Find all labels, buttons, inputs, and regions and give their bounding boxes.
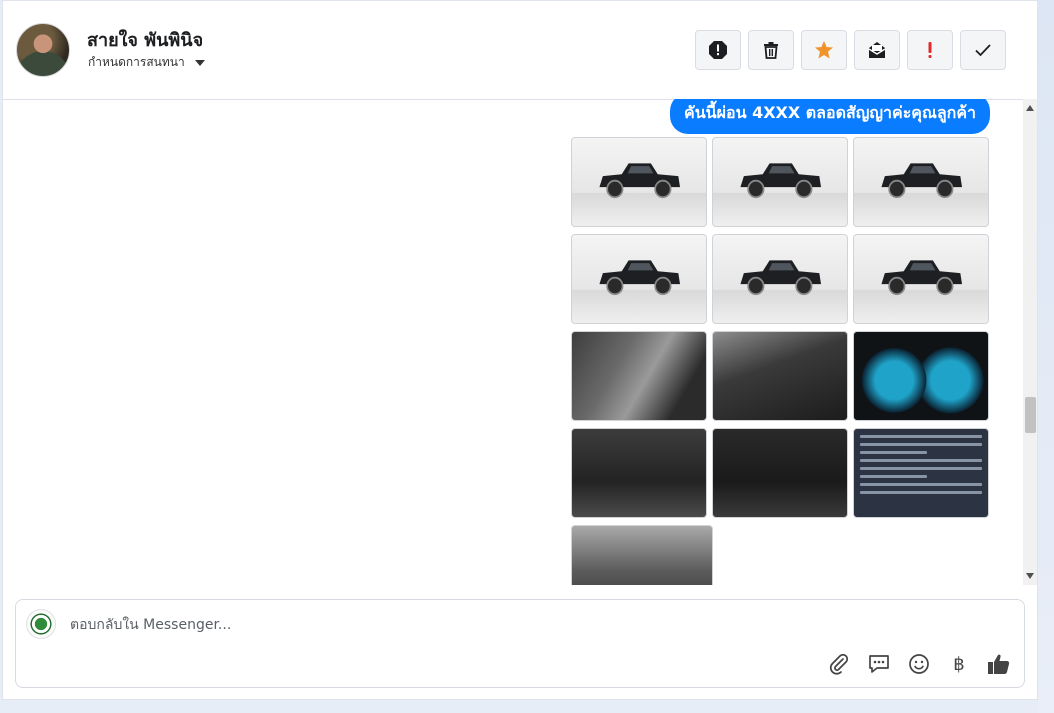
spec-text-lines bbox=[860, 435, 982, 499]
delete-button[interactable] bbox=[748, 30, 794, 70]
page-avatar bbox=[26, 609, 56, 639]
photo-gauge-cluster[interactable] bbox=[853, 331, 989, 421]
scroll-thumb[interactable] bbox=[1025, 397, 1036, 433]
photo-truck-front-left[interactable] bbox=[571, 137, 707, 227]
photo-front-console[interactable] bbox=[571, 428, 707, 518]
photo-head-unit[interactable] bbox=[712, 428, 848, 518]
photo-truck-side-right[interactable] bbox=[712, 234, 848, 324]
checkmark-icon bbox=[975, 44, 991, 57]
truck-image bbox=[599, 259, 681, 295]
alert-octagon-icon bbox=[709, 41, 727, 59]
thumbs-up-icon[interactable] bbox=[986, 651, 1012, 677]
truck-image bbox=[599, 162, 681, 198]
photo-truck-side-left[interactable] bbox=[853, 234, 989, 324]
contact-name[interactable]: สายใจ พันพินิจ bbox=[87, 25, 203, 54]
reply-input[interactable] bbox=[68, 612, 972, 638]
thread-scrollbar[interactable] bbox=[1023, 99, 1037, 585]
photo-truck-front[interactable] bbox=[712, 137, 848, 227]
assign-label: กำหนดการสนทนา bbox=[88, 55, 185, 69]
photo-rear-seats[interactable] bbox=[571, 525, 713, 585]
photo-truck-rear-left[interactable] bbox=[853, 137, 989, 227]
composer-toolbar: ฿ bbox=[826, 651, 1012, 677]
saved-reply-icon[interactable] bbox=[866, 651, 892, 677]
mark-unread-button[interactable] bbox=[854, 30, 900, 70]
truck-image bbox=[740, 162, 822, 198]
conversation-header: สายใจ พันพินิจ กำหนดการสนทนา bbox=[3, 1, 1037, 100]
photo-truck-rear[interactable] bbox=[571, 234, 707, 324]
star-button[interactable] bbox=[801, 30, 847, 70]
flag-important-button[interactable] bbox=[907, 30, 953, 70]
outgoing-message-bubble[interactable]: คันนี้ผ่อน 4XXX ตลอดสัญญาค่ะคุณลูกค้า bbox=[670, 99, 991, 134]
photo-spec-sheet[interactable] bbox=[853, 428, 989, 518]
scroll-up-arrow-icon[interactable] bbox=[1026, 105, 1034, 111]
assign-conversation-dropdown[interactable]: กำหนดการสนทนา bbox=[88, 53, 205, 72]
truck-image bbox=[881, 259, 963, 295]
envelope-open-icon bbox=[868, 42, 886, 58]
attachment-icon[interactable] bbox=[826, 651, 852, 677]
spam-button[interactable] bbox=[695, 30, 741, 70]
window-edge bbox=[1038, 0, 1054, 713]
caret-down-icon bbox=[194, 59, 205, 66]
emoji-icon[interactable] bbox=[906, 651, 932, 677]
header-actions bbox=[695, 30, 1006, 70]
photo-steering-wheel[interactable] bbox=[712, 331, 848, 421]
trash-icon bbox=[764, 42, 778, 59]
conversation-panel: สายใจ พันพินิจ กำหนดการสนทนา คันนี้ผ่อน … bbox=[2, 0, 1038, 700]
baht-payment-icon[interactable]: ฿ bbox=[946, 651, 972, 677]
mark-done-button[interactable] bbox=[960, 30, 1006, 70]
baht-symbol: ฿ bbox=[953, 653, 965, 675]
photo-door-panel[interactable] bbox=[571, 331, 707, 421]
reply-composer: ฿ bbox=[15, 599, 1025, 688]
exclamation-icon bbox=[928, 42, 932, 58]
star-icon bbox=[815, 41, 833, 59]
truck-image bbox=[881, 162, 963, 198]
truck-image bbox=[740, 259, 822, 295]
message-thread[interactable]: คันนี้ผ่อน 4XXX ตลอดสัญญาค่ะคุณลูกค้า bbox=[3, 99, 1037, 585]
contact-avatar[interactable] bbox=[16, 23, 70, 77]
scroll-down-arrow-icon[interactable] bbox=[1026, 573, 1034, 579]
